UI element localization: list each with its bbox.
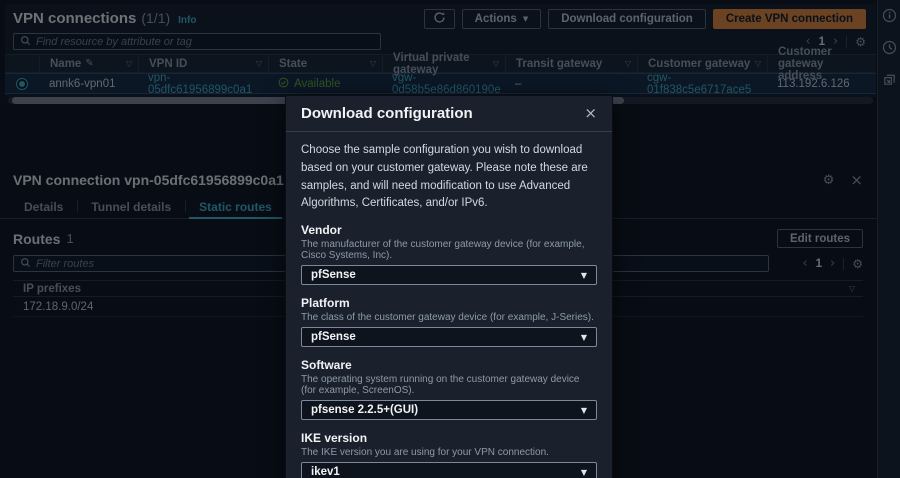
modal-header: Download configuration × bbox=[286, 96, 612, 132]
download-configuration-modal: Download configuration × Choose the samp… bbox=[285, 95, 613, 478]
software-select[interactable]: pfsense 2.2.5+(GUI) ▼ bbox=[301, 400, 597, 420]
platform-field: Platform The class of the customer gatew… bbox=[301, 296, 597, 347]
vendor-value: pfSense bbox=[311, 269, 356, 281]
chevron-down-icon: ▼ bbox=[581, 333, 587, 342]
vendor-label: Vendor bbox=[301, 223, 597, 237]
ike-version-field: IKE version The IKE version you are usin… bbox=[301, 431, 597, 478]
modal-title: Download configuration bbox=[301, 105, 473, 122]
software-value: pfsense 2.2.5+(GUI) bbox=[311, 404, 418, 416]
chevron-down-icon: ▼ bbox=[581, 271, 587, 280]
modal-body: Choose the sample configuration you wish… bbox=[286, 132, 612, 478]
ike-version-value: ikev1 bbox=[311, 466, 340, 478]
software-description: The operating system running on the cust… bbox=[301, 374, 597, 396]
chevron-down-icon: ▼ bbox=[581, 406, 587, 415]
software-field: Software The operating system running on… bbox=[301, 358, 597, 420]
modal-close-icon[interactable]: × bbox=[584, 106, 597, 121]
modal-description: Choose the sample configuration you wish… bbox=[301, 142, 597, 213]
vendor-field: Vendor The manufacturer of the customer … bbox=[301, 223, 597, 285]
ike-version-description: The IKE version you are using for your V… bbox=[301, 447, 597, 458]
ike-version-label: IKE version bbox=[301, 431, 597, 445]
ike-version-select[interactable]: ikev1 ▼ bbox=[301, 462, 597, 478]
platform-label: Platform bbox=[301, 296, 597, 310]
platform-value: pfSense bbox=[311, 331, 356, 343]
vendor-select[interactable]: pfSense ▼ bbox=[301, 265, 597, 285]
platform-description: The class of the customer gateway device… bbox=[301, 312, 597, 323]
software-label: Software bbox=[301, 358, 597, 372]
chevron-down-icon: ▼ bbox=[581, 468, 587, 477]
vendor-description: The manufacturer of the customer gateway… bbox=[301, 239, 597, 261]
platform-select[interactable]: pfSense ▼ bbox=[301, 327, 597, 347]
